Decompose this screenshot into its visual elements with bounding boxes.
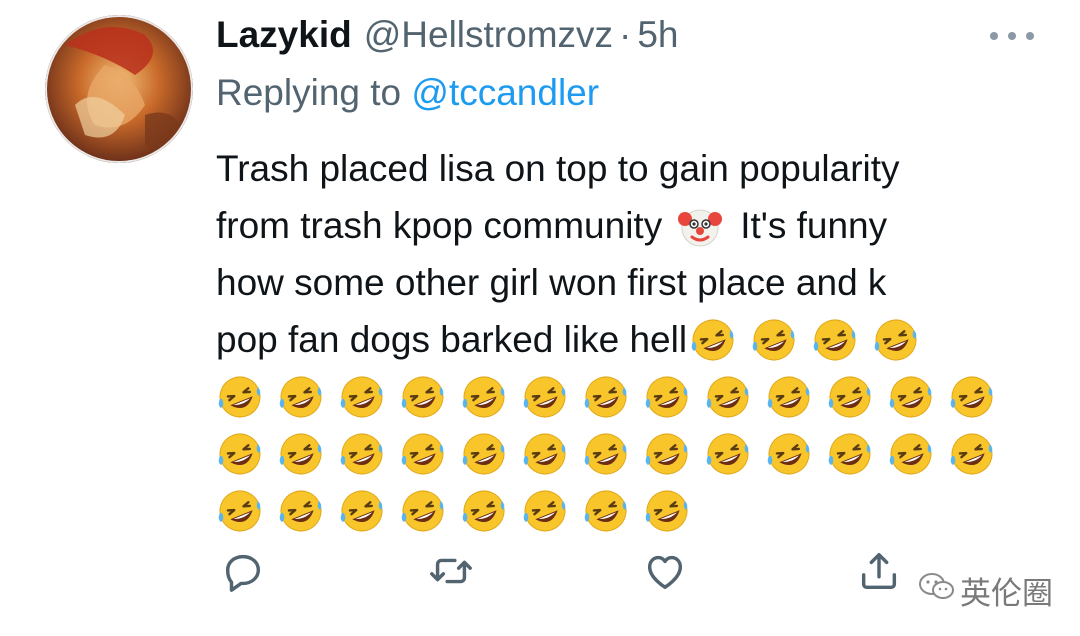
rolling-on-floor-laughing-emoji: [582, 430, 630, 478]
rolling-on-floor-laughing-emoji: [338, 487, 386, 535]
rolling-on-floor-laughing-emoji: [460, 487, 508, 535]
more-dot: [1026, 32, 1034, 40]
rolling-on-floor-laughing-emoji: [338, 373, 386, 421]
rolling-on-floor-laughing-emoji: [216, 487, 264, 535]
share-icon[interactable]: [856, 548, 902, 594]
rolling-on-floor-laughing-emoji: [704, 373, 752, 421]
rolling-on-floor-laughing-emoji: [277, 430, 325, 478]
text-line-1: Trash placed lisa on top to gain popular…: [216, 148, 900, 189]
rolling-on-floor-laughing-emoji: [643, 373, 691, 421]
rolling-on-floor-laughing-emoji: [521, 373, 569, 421]
timestamp[interactable]: 5h: [637, 14, 678, 56]
rolling-on-floor-laughing-emoji: [887, 430, 935, 478]
rolling-on-floor-laughing-emoji: [582, 373, 630, 421]
rolling-on-floor-laughing-emoji: [216, 373, 264, 421]
rolling-on-floor-laughing-emoji: [216, 430, 264, 478]
text-line: how some other girl won first place and …: [216, 254, 1046, 311]
rolling-on-floor-laughing-emoji: [277, 373, 325, 421]
tweet-header: Lazykid @Hellstromzvz · 5h: [216, 14, 679, 58]
rolling-on-floor-laughing-emoji: [689, 316, 737, 364]
emoji-row: [216, 425, 1046, 482]
text-line: from trash kpop community It's funny: [216, 197, 1046, 254]
rolling-on-floor-laughing-emoji: [826, 430, 874, 478]
avatar[interactable]: [45, 15, 193, 163]
rolling-on-floor-laughing-emoji: [750, 316, 798, 364]
tweet-text: Trash placed lisa on top to gain popular…: [216, 140, 1046, 539]
display-name[interactable]: Lazykid: [216, 14, 352, 56]
watermark-text: 英伦圈: [960, 576, 1053, 611]
separator-dot: ·: [619, 14, 632, 55]
text-line: Trash placed lisa on top to gain popular…: [216, 140, 1046, 197]
watermark: 英伦圈: [918, 568, 1053, 613]
text-line-4: pop fan dogs barked like hell: [216, 319, 688, 360]
rolling-on-floor-laughing-emoji: [872, 316, 920, 364]
rolling-on-floor-laughing-emoji: [582, 487, 630, 535]
rolling-on-floor-laughing-emoji: [338, 430, 386, 478]
retweet-icon[interactable]: [428, 548, 474, 594]
replying-to: Replying to @tccandler: [216, 72, 599, 114]
more-options-icon[interactable]: [990, 26, 1034, 46]
rolling-on-floor-laughing-emoji: [887, 373, 935, 421]
text-line: pop fan dogs barked like hell: [216, 311, 1046, 368]
emoji-row: [216, 368, 1046, 425]
emoji-row: [216, 482, 1046, 539]
rolling-on-floor-laughing-emoji: [521, 430, 569, 478]
rolling-on-floor-laughing-emoji: [765, 373, 813, 421]
rolling-on-floor-laughing-emoji: [811, 316, 859, 364]
more-dot: [990, 32, 998, 40]
mention-link[interactable]: @tccandler: [411, 72, 599, 113]
text-line-3: how some other girl won first place and …: [216, 262, 887, 303]
rolling-on-floor-laughing-emoji: [521, 487, 569, 535]
rolling-on-floor-laughing-emoji: [399, 487, 447, 535]
rolling-on-floor-laughing-emoji: [643, 487, 691, 535]
user-handle[interactable]: @Hellstromzvz: [364, 14, 613, 56]
wechat-icon: [918, 571, 956, 611]
rolling-on-floor-laughing-emoji: [948, 430, 996, 478]
rolling-on-floor-laughing-emoji: [399, 430, 447, 478]
more-dot: [1008, 32, 1016, 40]
reply-icon[interactable]: [220, 548, 266, 594]
rolling-on-floor-laughing-emoji: [460, 430, 508, 478]
text-line-2: from trash kpop community: [216, 205, 663, 246]
tweet[interactable]: Lazykid @Hellstromzvz · 5h Replying to @…: [0, 0, 1080, 636]
rolling-on-floor-laughing-emoji: [765, 430, 813, 478]
rolling-on-floor-laughing-emoji: [399, 373, 447, 421]
clown-face-emoji: [676, 202, 724, 250]
rolling-on-floor-laughing-emoji: [948, 373, 996, 421]
text-line-2b: It's funny: [740, 205, 888, 246]
rolling-on-floor-laughing-emoji: [643, 430, 691, 478]
rolling-on-floor-laughing-emoji: [826, 373, 874, 421]
rolling-on-floor-laughing-emoji: [460, 373, 508, 421]
rolling-on-floor-laughing-emoji: [704, 430, 752, 478]
rolling-on-floor-laughing-emoji: [277, 487, 325, 535]
heart-icon[interactable]: [642, 548, 688, 594]
replying-prefix: Replying to: [216, 72, 412, 113]
